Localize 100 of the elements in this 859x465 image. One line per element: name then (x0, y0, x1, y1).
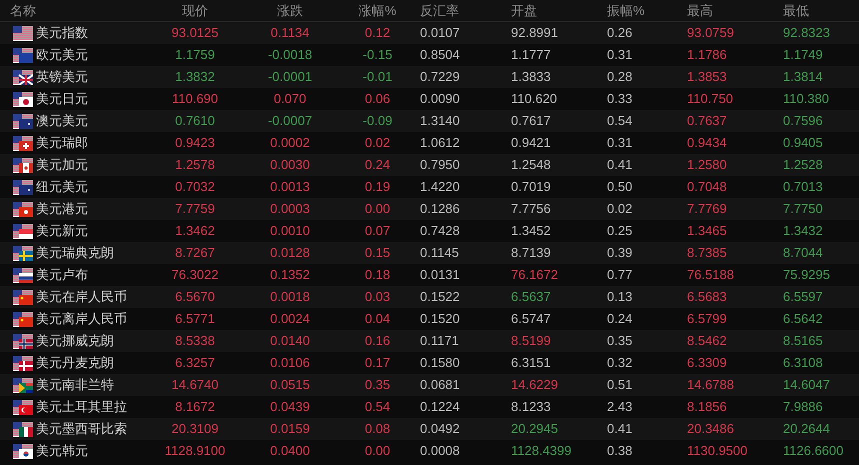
table-cell: 1.2528 (783, 157, 823, 172)
table-cell: 14.6740 (172, 377, 218, 392)
table-cell: 1.1749 (783, 47, 823, 62)
table-row[interactable]: 英镑美元 1.3832 -0.0001 -0.01 0.7229 1.3833 0.28 1.3853 1.3814 (0, 66, 859, 88)
column-header[interactable]: 最低 (783, 2, 809, 18)
table-cell: 0.7048 (687, 179, 727, 194)
table-cell: 0.38 (607, 443, 632, 458)
table-cell: 0.54 (364, 399, 390, 414)
table-cell: 0.16 (364, 333, 390, 348)
table-cell: 1.4220 (420, 179, 460, 194)
column-header[interactable]: 开盘 (511, 2, 537, 18)
table-cell: 1.3465 (687, 223, 727, 238)
table-cell: 0.9423 (175, 135, 215, 150)
table-row[interactable]: 美元挪威克朗 8.5338 0.0140 0.16 0.1171 8.5199 0.35 8.5462 8.5165 (0, 330, 859, 352)
table-cell: 14.6229 (511, 377, 558, 392)
table-cell: 0.25 (607, 223, 632, 238)
table-cell: 6.3309 (687, 355, 727, 370)
pair-name: 美元离岸人民币 (36, 310, 127, 328)
table-row[interactable]: 美元在岸人民币 6.5670 0.0018 0.03 0.1522 6.5637 0.13 6.5683 6.5597 (0, 286, 859, 308)
pair-name: 美元加元 (36, 156, 88, 174)
table-cell: 92.8991 (511, 25, 558, 40)
table-row[interactable]: 美元墨西哥比索 20.3109 0.0159 0.08 0.0492 20.2945 0.41 20.3486 20.2644 (0, 418, 859, 440)
table-cell: 14.6047 (783, 377, 830, 392)
table-cell: 7.7759 (175, 201, 215, 216)
table-row[interactable]: 澳元美元 0.7610 -0.0007 -0.09 1.3140 0.7617 0.54 0.7637 0.7596 (0, 110, 859, 132)
table-cell: 6.3151 (511, 355, 551, 370)
table-cell: 0.54 (607, 113, 632, 128)
column-header[interactable]: 名称 (10, 2, 36, 18)
table-cell: 0.7032 (175, 179, 215, 194)
column-header[interactable]: 现价 (182, 2, 208, 18)
table-cell: 0.41 (607, 157, 632, 172)
table-cell: 0.35 (607, 333, 632, 348)
table-cell: 1.2580 (687, 157, 727, 172)
table-cell: 0.33 (607, 91, 632, 106)
table-cell: 6.5642 (783, 311, 823, 326)
table-row[interactable]: 美元南非兰特 14.6740 0.0515 0.35 0.0681 14.6229 0.51 14.6788 14.6047 (0, 374, 859, 396)
table-cell: 0.39 (607, 245, 632, 260)
table-row[interactable]: 美元指数 93.0125 0.1134 0.12 0.0107 92.8991 0.26 93.0759 92.8323 (0, 22, 859, 44)
column-header[interactable]: 涨幅% (358, 2, 396, 18)
table-cell: 2.43 (607, 399, 632, 414)
table-cell: 0.13 (607, 289, 632, 304)
pair-name: 美元瑞典克朗 (36, 244, 114, 262)
table-cell: -0.01 (362, 69, 392, 84)
table-cell: 0.070 (274, 91, 306, 106)
table-cell: 1.3432 (783, 223, 823, 238)
table-cell: 0.7950 (420, 157, 460, 172)
table-cell: 0.03 (364, 289, 390, 304)
table-row[interactable]: 美元瑞典克朗 8.7267 0.0128 0.15 0.1145 8.7139 0.39 8.7385 8.7044 (0, 242, 859, 264)
table-cell: 1130.9500 (687, 443, 748, 458)
column-header[interactable]: 最高 (687, 2, 713, 18)
table-cell: 20.3109 (172, 421, 218, 436)
table-cell: 1.1786 (687, 47, 727, 62)
pair-name: 美元港元 (36, 200, 88, 218)
table-cell: 0.7013 (783, 179, 823, 194)
table-cell: 0.7019 (511, 179, 551, 194)
table-cell: 8.5199 (511, 333, 551, 348)
column-header[interactable]: 振幅% (607, 2, 645, 18)
table-cell: 0.0131 (420, 267, 460, 282)
table-cell: 8.7139 (511, 245, 551, 260)
table-cell: 0.1580 (420, 355, 460, 370)
pair-name: 美元指数 (36, 24, 88, 42)
column-header[interactable]: 反汇率 (420, 2, 459, 18)
table-cell: 0.0090 (420, 91, 460, 106)
table-cell: 7.7750 (783, 201, 823, 216)
table-cell: 6.5747 (511, 311, 551, 326)
table-cell: 0.31 (607, 135, 632, 150)
table-cell: 0.08 (364, 421, 390, 436)
table-cell: 0.32 (607, 355, 632, 370)
table-cell: 110.380 (783, 91, 830, 106)
table-cell: 0.35 (364, 377, 390, 392)
table-cell: 0.0018 (270, 289, 310, 304)
pair-name: 美元卢布 (36, 266, 88, 284)
table-cell: 0.7637 (687, 113, 727, 128)
table-cell: 0.0106 (270, 355, 310, 370)
table-cell: 93.0125 (172, 25, 218, 40)
table-cell: 14.6788 (687, 377, 734, 392)
table-cell: 0.02 (364, 135, 390, 150)
table-cell: 0.0107 (420, 25, 460, 40)
table-cell: 93.0759 (687, 25, 734, 40)
pair-name: 美元瑞郎 (36, 134, 88, 152)
table-cell: 0.0002 (270, 135, 310, 150)
table-cell: 0.7610 (175, 113, 215, 128)
table-cell: 1128.4399 (511, 443, 572, 458)
table-cell: 8.7385 (687, 245, 727, 260)
table-cell: 0.7229 (420, 69, 460, 84)
table-cell: 20.2945 (511, 421, 558, 436)
table-cell: 110.750 (687, 91, 734, 106)
pair-name: 纽元美元 (36, 178, 88, 196)
table-cell: 6.3257 (175, 355, 215, 370)
table-row[interactable]: 美元港元 7.7759 0.0003 0.00 0.1286 7.7756 0.02 7.7769 7.7750 (0, 198, 859, 220)
table-row[interactable]: 美元加元 1.2578 0.0030 0.24 0.7950 1.2548 0.41 1.2580 1.2528 (0, 154, 859, 176)
table-cell: 0.31 (607, 47, 632, 62)
column-header[interactable]: 涨跌 (277, 2, 303, 18)
table-cell: 6.5670 (175, 289, 215, 304)
table-cell: 0.7596 (783, 113, 823, 128)
table-cell: 0.15 (364, 245, 390, 260)
table-cell: 0.1145 (420, 245, 459, 260)
table-cell: 0.1352 (270, 267, 310, 282)
pair-name: 美元新元 (36, 222, 88, 240)
table-cell: 0.17 (364, 355, 390, 370)
